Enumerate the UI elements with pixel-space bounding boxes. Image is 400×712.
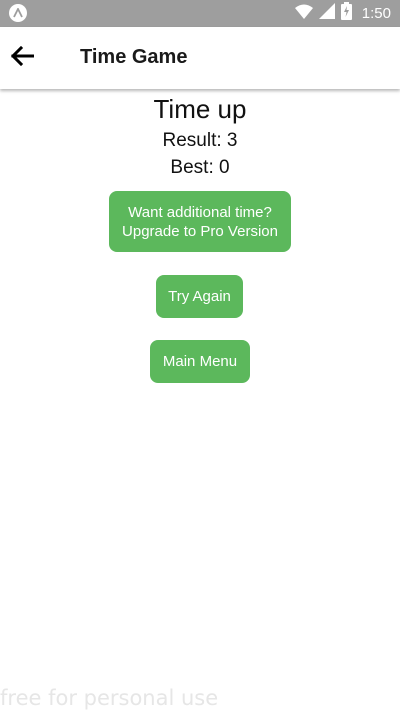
app-bar: Time Game [0,27,400,89]
upgrade-pro-button[interactable]: Want additional time? Upgrade to Pro Ver… [109,191,291,252]
best-score-text: Best: 0 [170,157,230,178]
battery-charging-icon [340,2,352,25]
time-up-heading: Time up [153,94,247,124]
main-menu-button[interactable]: Main Menu [150,340,250,383]
page-title: Time Game [80,46,188,68]
upgrade-button-line2: Upgrade to Pro Version [122,222,278,240]
android-notification-icon [9,4,27,22]
result-text: Result: 3 [162,130,238,151]
back-button[interactable] [6,42,38,74]
signal-icon [318,3,335,24]
status-icons: 1:50 [294,0,391,27]
screen: 1:50 Time Game Time up Result: 3 Best: 0… [0,0,400,712]
wifi-icon [294,4,313,24]
status-bar: 1:50 [0,0,400,27]
watermark-text: free for personal use [0,686,219,710]
status-time: 1:50 [361,5,391,22]
upgrade-button-line1: Want additional time? [128,203,272,221]
try-again-button[interactable]: Try Again [156,275,243,318]
arrow-left-icon [10,45,35,71]
